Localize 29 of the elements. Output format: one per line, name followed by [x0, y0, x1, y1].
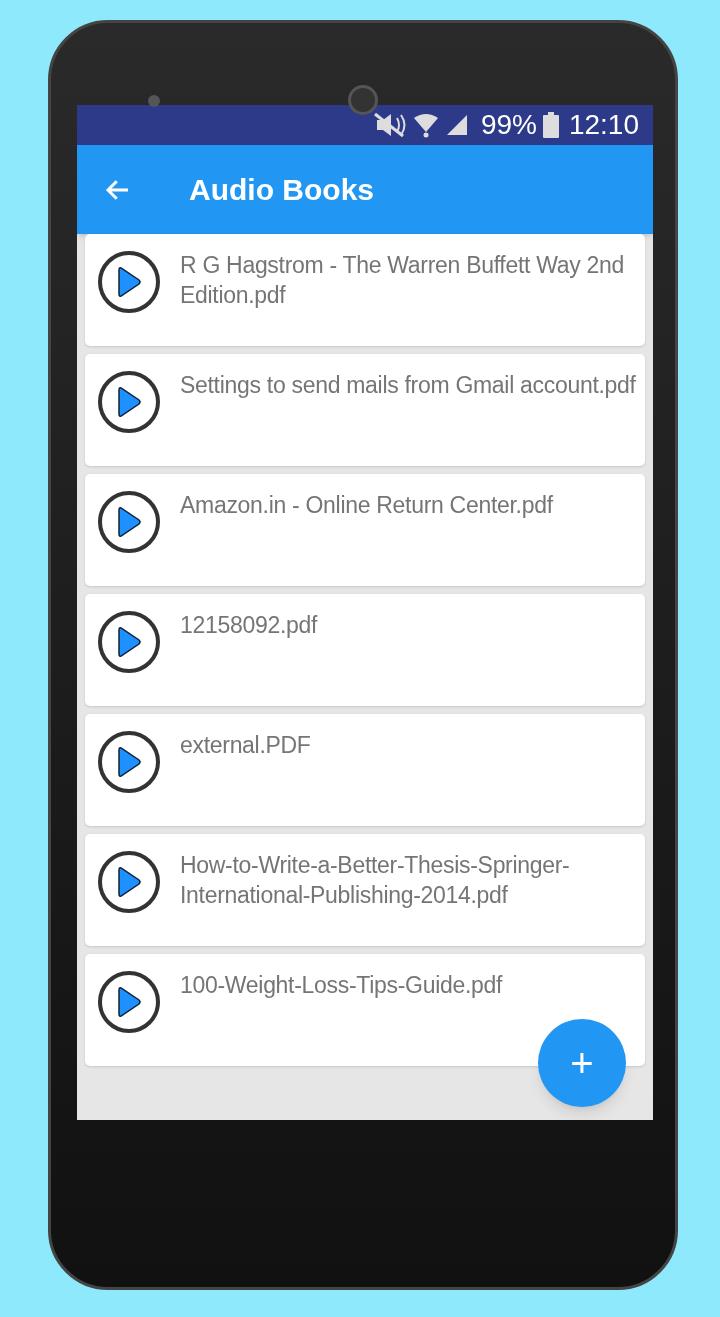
file-name: 12158092.pdf	[180, 611, 319, 640]
wifi-icon	[412, 112, 439, 138]
file-name: How-to-Write-a-Better-Thesis-Springer-International-Publishing-2014.pdf	[180, 851, 571, 910]
file-name: R G Hagstrom - The Warren Buffett Way 2nd Edition.pdf	[180, 251, 626, 310]
file-card[interactable]: R G Hagstrom - The Warren Buffett Way 2nd Edition.pdf	[85, 234, 645, 346]
play-icon[interactable]	[97, 850, 161, 914]
battery-percent: 99%	[480, 108, 537, 142]
battery-icon	[542, 112, 559, 138]
play-icon[interactable]	[97, 370, 161, 434]
file-card[interactable]: Amazon.in - Online Return Center.pdf	[85, 474, 645, 586]
play-icon[interactable]	[97, 490, 161, 554]
play-icon[interactable]	[97, 730, 161, 794]
camera-icon	[148, 95, 160, 107]
file-name: Amazon.in - Online Return Center.pdf	[180, 491, 555, 520]
speaker-icon	[348, 85, 378, 115]
app-bar-title: Audio Books	[189, 172, 374, 208]
file-name: external.PDF	[180, 731, 312, 760]
file-name: Settings to send mails from Gmail account.pdf	[180, 371, 637, 400]
play-icon[interactable]	[97, 970, 161, 1034]
play-icon[interactable]	[97, 610, 161, 674]
add-fab[interactable]: +	[538, 1019, 626, 1107]
file-card[interactable]: external.PDF	[85, 714, 645, 826]
file-name: 100-Weight-Loss-Tips-Guide.pdf	[180, 971, 504, 1000]
mute-icon	[372, 112, 407, 138]
play-icon[interactable]	[97, 250, 161, 314]
clock-time: 12:10	[568, 108, 639, 142]
file-card[interactable]: 12158092.pdf	[85, 594, 645, 706]
file-card[interactable]: Settings to send mails from Gmail account.pdf	[85, 354, 645, 466]
file-card[interactable]: How-to-Write-a-Better-Thesis-Springer-International-Publishing-2014.pdf	[85, 834, 645, 946]
